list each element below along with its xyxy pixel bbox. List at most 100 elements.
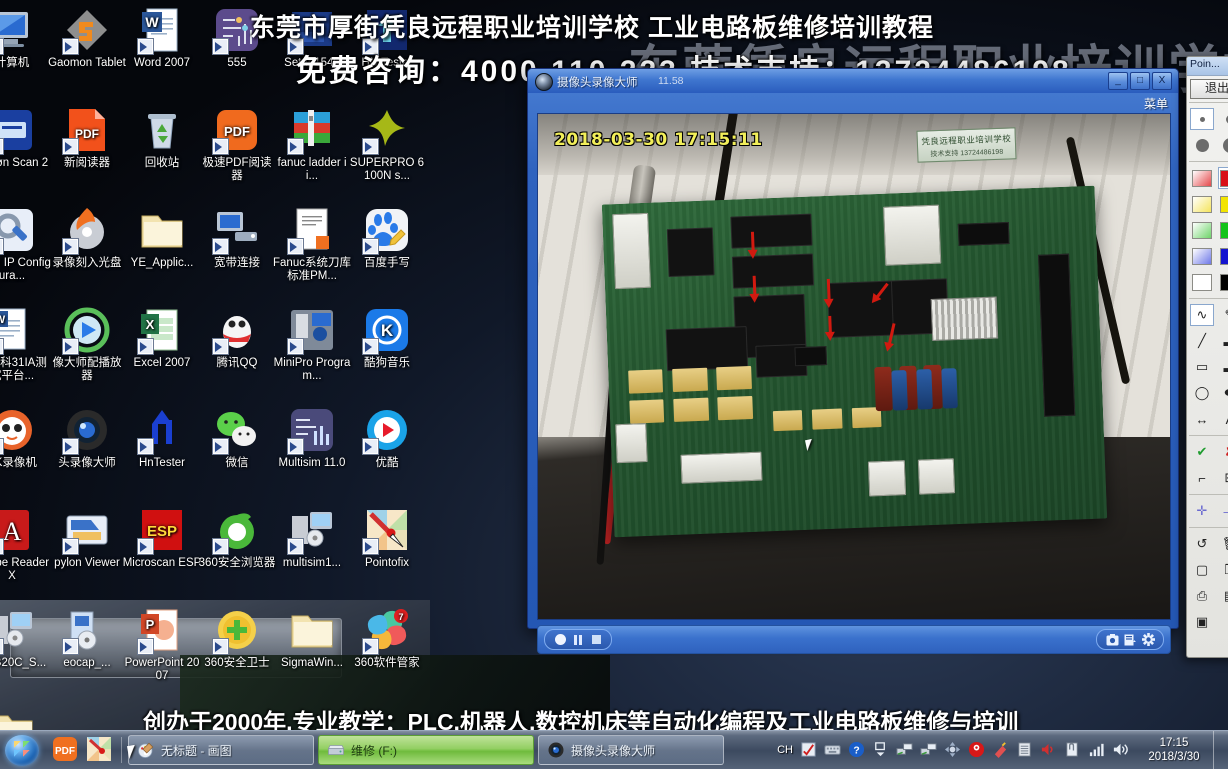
snapshot-button[interactable]	[1105, 633, 1119, 647]
desktop-icon-installer[interactable]: multisim1...	[272, 506, 352, 570]
print-tool[interactable]: ⎙	[1190, 585, 1214, 607]
color-swatch-8[interactable]	[1190, 271, 1214, 293]
color-swatch-9[interactable]	[1218, 271, 1228, 293]
pointofix-toolbar-window[interactable]: Poin... 退出 ∿✎╱▬▭▬◯⬬↔A✔✘⌐⊞✛―↺🗑▢❐⎙▤▣i	[1186, 56, 1228, 658]
delete-tool[interactable]: 🗑	[1218, 533, 1228, 555]
network-adapter-2-icon[interactable]	[920, 741, 939, 760]
ellipse-tool[interactable]: ◯	[1190, 382, 1214, 404]
camera-recorder-window[interactable]: 摄像头录像大师 11.58 _ □ X 菜单 凭良远程职业培训学校 技术支持 1…	[527, 68, 1179, 629]
desktop-icon-folder[interactable]: SigmaWin...	[272, 606, 352, 670]
color-swatch-1[interactable]	[1218, 167, 1228, 189]
check-tool[interactable]: ✔	[1190, 441, 1214, 463]
menu-button[interactable]: 菜单	[1144, 95, 1168, 112]
desktop-icon-camera-recorder[interactable]: 头录像大师	[47, 406, 127, 470]
open-folder-button[interactable]	[1123, 633, 1137, 647]
crop-tool[interactable]: ⌐	[1190, 467, 1214, 489]
desktop-icon-folder[interactable]: L485_x64	[0, 706, 52, 730]
rectangle-tool[interactable]: ▭	[1190, 356, 1214, 378]
help-icon[interactable]: ?	[848, 741, 867, 760]
pointofix-quicklaunch[interactable]	[85, 735, 115, 765]
desktop-icon-powerpoint[interactable]: PPowerPoint 2007	[122, 606, 202, 683]
desktop-icon-epson-scan[interactable]: Epsøn Scan 2	[0, 106, 52, 170]
line-tool[interactable]: ╱	[1190, 330, 1214, 352]
desktop-icon-hn-tester[interactable]: HN Tester	[347, 6, 427, 70]
desktop-icon-pylon-viewer[interactable]: pylon Viewer	[47, 506, 127, 570]
pen-size-m-button[interactable]	[1190, 134, 1214, 156]
desktop-icon-excel[interactable]: XExcel 2007	[122, 306, 202, 370]
desktop-icon-superpro[interactable]: SUPERPRO 6100N s...	[347, 106, 427, 183]
desktop-icon-gaomon-tablet[interactable]: Gaomon Tablet	[47, 6, 127, 70]
taskbar-item-2[interactable]: 摄像头录像大师	[538, 735, 724, 765]
maximize-button[interactable]: □	[1130, 72, 1150, 90]
pen-size-xs-button[interactable]	[1190, 108, 1214, 130]
copy-tool[interactable]: ❐	[1218, 559, 1228, 581]
desktop-icon-document[interactable]: Fanuc系统刀库标准PM...	[272, 206, 352, 283]
show-desktop-button[interactable]	[1213, 731, 1224, 769]
color-swatch-2[interactable]	[1190, 193, 1214, 215]
firecracker-icon[interactable]	[992, 741, 1011, 760]
desktop-icon-multisim[interactable]: Multisim 11.0	[272, 406, 352, 470]
desktop-icon-word[interactable]: WWord 2007	[122, 6, 202, 70]
desktop-icon-media-player[interactable]: 像大师配播放器	[47, 306, 127, 383]
taskbar-item-1[interactable]: 维修 (F:)	[318, 735, 534, 765]
desktop-icon-360-browser[interactable]: 360安全浏览器	[197, 506, 277, 570]
desktop-icon-pylon-ip[interactable]: pylon IP Configura...	[0, 206, 52, 283]
color-swatch-4[interactable]	[1190, 219, 1214, 241]
volume-mute-icon[interactable]	[1040, 741, 1059, 760]
desktop-icon-setup[interactable]: Setup1540	[272, 6, 352, 70]
pen-size-s-button[interactable]	[1218, 108, 1228, 130]
desktop-icon-pointofix[interactable]: Pointofix	[347, 506, 427, 570]
clock[interactable]: 17:15 2018/3/30	[1139, 736, 1209, 764]
desktop-icon-videocap[interactable]: eocap_...	[47, 606, 127, 670]
stop-button[interactable]	[589, 633, 603, 647]
taskbar-item-0[interactable]: 无标题 - 画图	[128, 735, 314, 765]
thick-line-tool[interactable]: ▬	[1218, 330, 1228, 352]
hand-tool-icon[interactable]	[1064, 741, 1083, 760]
desktop-icon-kk-recorder[interactable]: KK录像机	[0, 406, 52, 470]
record-button[interactable]	[553, 633, 567, 647]
color-swatch-0[interactable]	[1190, 167, 1214, 189]
color-swatch-7[interactable]	[1218, 245, 1228, 267]
cross-tool[interactable]: ✘	[1218, 441, 1228, 463]
start-button[interactable]	[1, 732, 49, 768]
ime-language-indicator[interactable]: CH	[777, 744, 793, 756]
desktop-icon-broadband-connection[interactable]: 宽带连接	[197, 206, 277, 270]
close-button[interactable]: X	[1152, 72, 1172, 90]
pen-size-l-button[interactable]	[1218, 134, 1228, 156]
filled-rectangle-tool[interactable]: ▬	[1218, 356, 1228, 378]
desktop-icon-minipro[interactable]: MiniPro Program...	[272, 306, 352, 383]
desktop-icon-360-safe[interactable]: 360安全卫士	[197, 606, 277, 670]
desktop-icon-baidu-handwriting[interactable]: 百度手写	[347, 206, 427, 270]
keyboard-icon[interactable]	[824, 741, 843, 760]
desktop-icon-word-doc[interactable]: W发那科31IA测试平台...	[0, 306, 52, 383]
desktop-icon-360-software-manager[interactable]: 7360软件管家	[347, 606, 427, 670]
desktop-background[interactable]: 计算机Gaomon TabletWWord 2007555Setup1540HN…	[0, 0, 1228, 730]
desktop-icon-kugou-music[interactable]: K酷狗音乐	[347, 306, 427, 370]
pdf-reader-quicklaunch[interactable]: PDF	[51, 735, 81, 765]
desktop-icon-adobe-reader[interactable]: AAdobe Reader X	[0, 506, 52, 583]
new-page-tool[interactable]: ▢	[1190, 559, 1214, 581]
desktop-icon-jisu-pdf[interactable]: PDF极速PDF阅读器	[197, 106, 277, 183]
camera-window-titlebar[interactable]: 摄像头录像大师 11.58 _ □ X	[528, 69, 1178, 93]
network-adapter-icon[interactable]	[896, 741, 915, 760]
desktop-icon-burn-disc[interactable]: 录像刻入光盘	[47, 206, 127, 270]
filled-ellipse-tool[interactable]: ⬬	[1218, 382, 1228, 404]
zoom-out-tool[interactable]: ―	[1218, 500, 1228, 522]
minimize-button[interactable]: _	[1108, 72, 1128, 90]
taskbar[interactable]: PDF 无标题 - 画图维修 (F:)摄像头录像大师 CH ? 17:15 20…	[0, 730, 1228, 769]
speaker-icon[interactable]	[1112, 741, 1131, 760]
desktop-icon-computer[interactable]: 计算机	[0, 6, 52, 70]
undo-tool[interactable]: ↺	[1190, 533, 1214, 555]
color-swatch-3[interactable]	[1218, 193, 1228, 215]
desktop-icon-folder[interactable]: YE_Applic...	[122, 206, 202, 270]
color-swatch-5[interactable]	[1218, 219, 1228, 241]
desktop-icon-youku[interactable]: 优酷	[347, 406, 427, 470]
document-tray-icon[interactable]	[1016, 741, 1035, 760]
color-swatch-6[interactable]	[1190, 245, 1214, 267]
freehand-tool[interactable]: ∿	[1190, 304, 1214, 326]
360-shield-icon[interactable]	[968, 741, 987, 760]
pause-button[interactable]	[571, 633, 585, 647]
desktop-icon-microscan-esp[interactable]: ESPMicroscan ESP	[122, 506, 202, 570]
screenshot-tool[interactable]: ▣	[1190, 611, 1214, 633]
settings-button[interactable]	[1141, 633, 1155, 647]
